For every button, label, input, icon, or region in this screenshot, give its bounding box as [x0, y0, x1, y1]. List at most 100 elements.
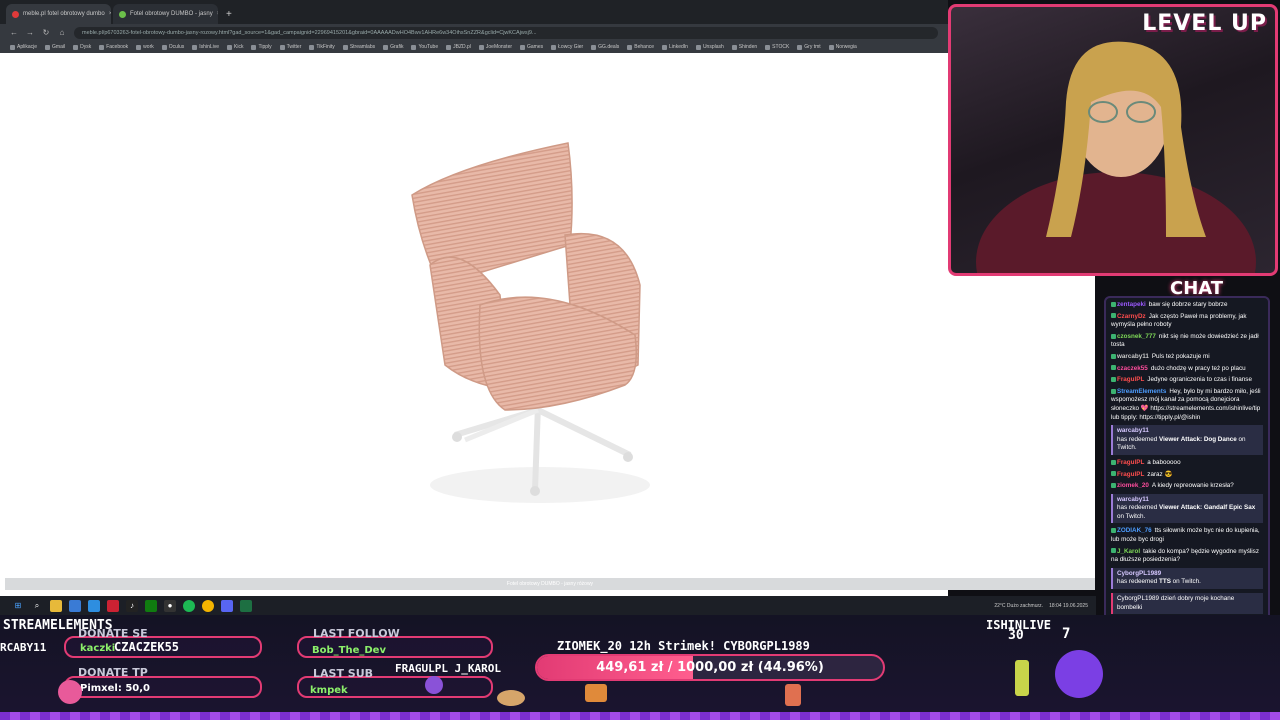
bookmark-item[interactable]: Twitter: [280, 44, 302, 50]
chat-message: czosnek_777 nikt się nie może dowiedzieć …: [1111, 333, 1263, 350]
new-tab-button[interactable]: +: [226, 9, 232, 20]
bookmark-item[interactable]: JBZD.pl: [446, 44, 471, 50]
close-icon[interactable]: ×: [109, 11, 111, 17]
close-icon[interactable]: ×: [217, 11, 218, 17]
forward-icon[interactable]: →: [26, 28, 34, 37]
bookmark-item[interactable]: Gry tmt: [797, 44, 820, 50]
bookmark-item[interactable]: Streamlabs: [343, 44, 375, 50]
search-icon[interactable]: ⌕: [31, 600, 43, 612]
taskview-icon[interactable]: [69, 599, 81, 612]
bookmark-item[interactable]: Łowcy Gier: [551, 44, 583, 50]
clock[interactable]: 18:04 19.06.2025: [1049, 603, 1088, 609]
pixel-tree-sprite: [1055, 650, 1103, 698]
chat-message: zentapeki baw się dobrze stary bobrze: [1111, 301, 1263, 310]
chrome-icon[interactable]: [202, 599, 214, 612]
image-caption: Fotel obrotowy DUMBO - jasny różowy: [5, 578, 1095, 590]
badge-icon: [1111, 528, 1116, 534]
badge-icon: [1111, 301, 1116, 307]
chat-message: J_Karol takie do kompa? będzie wygodne my…: [1111, 548, 1263, 565]
bookmark-item[interactable]: Dysk: [73, 44, 91, 50]
tab-fotel[interactable]: Fotel obrotowy DUMBO - jasny ×: [113, 4, 218, 24]
badge-icon: [1111, 388, 1116, 394]
app-icon[interactable]: [107, 599, 119, 612]
level-up-logo: LEVEL UP: [1142, 11, 1267, 36]
count-left: 30: [1008, 628, 1024, 643]
windows-start-icon[interactable]: ⊞: [12, 600, 24, 612]
date-text: 19.06.2025: [1062, 602, 1088, 609]
taskbar: ⊞ ⌕ ♪ ● 22°C Dużo zachmurz. 18:04 19.06.…: [0, 596, 1096, 615]
bookmark-item[interactable]: Grafik: [383, 44, 403, 50]
bookmark-item[interactable]: STOCK: [765, 44, 789, 50]
bookmark-item[interactable]: YouTube: [411, 44, 438, 50]
pixel-character-sprite: [785, 684, 801, 706]
bookmark-item[interactable]: Shinden: [732, 44, 757, 50]
chat-username[interactable]: czosnek_777: [1117, 333, 1156, 340]
bookmark-item[interactable]: Games: [520, 44, 543, 50]
chat-message: ZODIAK_76 tts siłownik może byc nie do ku…: [1111, 527, 1263, 544]
chair-image: [411, 142, 650, 503]
spotify-icon[interactable]: [183, 599, 195, 612]
chat-message: warcaby11 Puls też pokazuje mi: [1111, 353, 1263, 362]
badge-icon: [1111, 313, 1116, 319]
chat-username[interactable]: J_Karol: [1117, 548, 1140, 555]
redeem-reward: Viewer Attack: Dog Dance: [1159, 435, 1237, 443]
chat-username[interactable]: warcaby11: [1117, 353, 1149, 360]
chat-text: A kiedy repreowanie krzesła?: [1151, 482, 1234, 490]
badge-icon: [1111, 459, 1116, 465]
folder-icon[interactable]: [50, 599, 62, 612]
bookmark-item[interactable]: Kick: [227, 44, 243, 50]
redeem-notice: warcaby11 has redeemed Viewer Attack: Do…: [1111, 425, 1263, 455]
obs-icon[interactable]: ●: [164, 599, 176, 612]
tiktok-icon[interactable]: ♪: [126, 599, 138, 612]
chat-text: zaraz 😎: [1147, 470, 1173, 478]
bookmark-item[interactable]: Facebook: [99, 44, 128, 50]
bookmark-item[interactable]: Aplikacje: [10, 44, 37, 50]
bookmark-item[interactable]: work: [136, 44, 154, 50]
bookmark-item[interactable]: TikFinity: [309, 44, 334, 50]
tab-label: Fotel obrotowy DUMBO - jasny: [130, 11, 213, 17]
chat-text: a babooooo: [1147, 458, 1181, 466]
bookmark-item[interactable]: Tipply: [251, 44, 271, 50]
excel-icon[interactable]: [240, 599, 252, 612]
chat-message: CzarnyDz Jak często Paweł ma problemy, ja…: [1111, 313, 1263, 330]
bookmark-item[interactable]: Unsplash: [696, 44, 724, 50]
chat-username[interactable]: CzarnyDz: [1117, 313, 1146, 320]
badge-icon: [1111, 365, 1116, 371]
xbox-icon[interactable]: [145, 599, 157, 612]
pixel-character-sprite: [585, 684, 607, 702]
tab-meble[interactable]: meble.pl fotel obrotowy dumbo ×: [6, 4, 111, 24]
url-field[interactable]: meble.pl/p6703263-fotel-obrotowy-dumbo-j…: [74, 26, 938, 39]
bookmark-item[interactable]: Oculus: [162, 44, 185, 50]
donate-tp-value: Pimxel: 50,0: [80, 683, 150, 694]
bookmark-item[interactable]: Gmail: [45, 44, 65, 50]
chat-username[interactable]: StreamElements: [1117, 388, 1166, 395]
bookmark-item[interactable]: IshinLive: [192, 44, 219, 50]
chat-username[interactable]: FragulPL: [1117, 459, 1144, 466]
redeem-user: CyborgPL1989: [1117, 569, 1162, 577]
chat-username[interactable]: czaczek55: [1117, 365, 1148, 372]
scroll-name: RCABY11: [0, 641, 47, 654]
bookmark-item[interactable]: Behance: [627, 44, 654, 50]
bookmark-item[interactable]: JoeMonster: [479, 44, 512, 50]
last-sub-value: kmpek: [310, 685, 348, 696]
system-tray: 22°C Dużo zachmurz. 18:04 19.06.2025: [994, 596, 1088, 615]
bookmark-item[interactable]: Norwegia: [829, 44, 857, 50]
chat-username[interactable]: ZODIAK_76: [1117, 527, 1152, 534]
chat-username[interactable]: FragulPL: [1117, 471, 1144, 478]
weather-text[interactable]: 22°C Dużo zachmurz.: [994, 603, 1043, 609]
donate-tp-label: DONATE TP: [78, 666, 148, 679]
chat-message: FragulPL Jedyne ograniczenia to czas i fi…: [1111, 376, 1263, 385]
chat-message: FragulPL zaraz 😎: [1111, 471, 1263, 480]
discord-icon[interactable]: [221, 599, 233, 612]
streamer-silhouette: [976, 41, 1256, 273]
back-icon[interactable]: ←: [10, 28, 18, 37]
store-icon[interactable]: [88, 599, 100, 612]
home-icon[interactable]: ⌂: [58, 28, 66, 37]
badge-icon: [1111, 548, 1116, 554]
chat-username[interactable]: FragulPL: [1117, 376, 1144, 383]
chat-username[interactable]: ziomek_20: [1117, 482, 1149, 489]
chat-username[interactable]: zentapeki: [1117, 301, 1146, 308]
bookmark-item[interactable]: LinkedIn: [662, 44, 688, 50]
bookmark-item[interactable]: GG.deals: [591, 44, 619, 50]
reload-icon[interactable]: ↻: [42, 28, 50, 37]
